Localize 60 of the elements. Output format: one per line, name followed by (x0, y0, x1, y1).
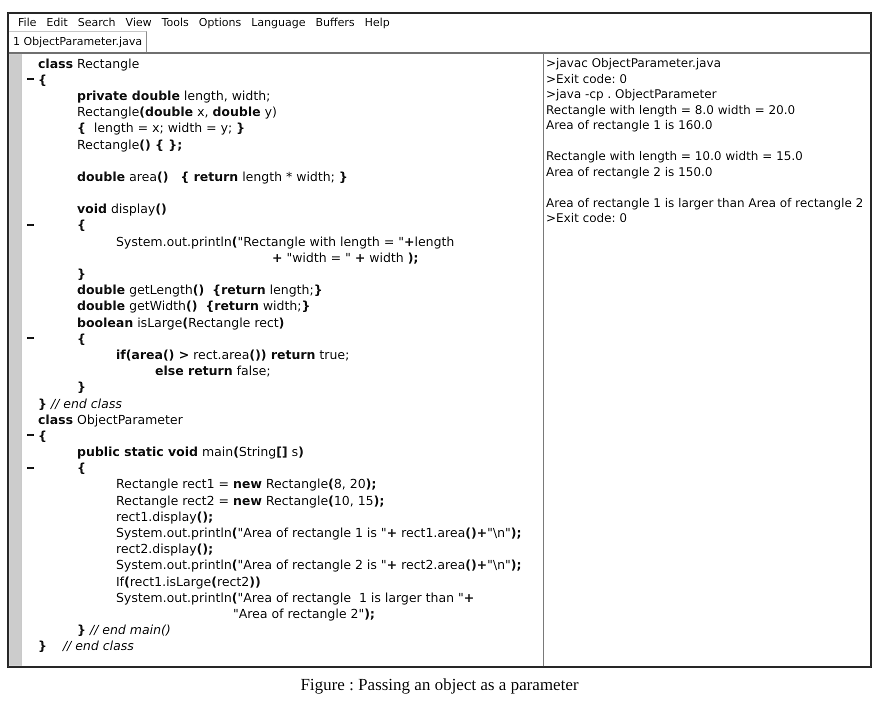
code-line: void display() (76, 201, 167, 216)
code-line: Rectangle rect1 = new Rectangle(8, 20); (115, 476, 376, 492)
code-line: boolean isLarge(Rectangle rect) (76, 314, 284, 330)
menu-item[interactable]: Search (72, 16, 121, 29)
code-line: "Area of rectangle 2"); (232, 606, 375, 621)
code-line: { (76, 460, 86, 476)
output-line: >Exit code: 0 (546, 211, 628, 226)
output-line: Rectangle with length = 8.0 width = 20.0 (546, 102, 796, 118)
code-line: { (38, 72, 47, 87)
code-line: rect1.display(); (115, 508, 214, 524)
output-line: Area of rectangle 1 is 160.0 (546, 118, 714, 134)
code-line: { length = x; width = y; } (76, 120, 246, 136)
code-line: { (76, 330, 86, 346)
menu-item[interactable]: Language (246, 16, 310, 29)
code-line: public static void main(String[] s) (76, 444, 304, 460)
code-line: System.out.println("Rectangle with length = "+length (115, 234, 454, 249)
code-line: Rectangle rect2 = new Rectangle(10, 15); (115, 492, 384, 508)
fold-marker-icon[interactable] (26, 434, 34, 436)
fold-marker-icon[interactable] (26, 466, 34, 469)
output-line: Area of rectangle 2 is 150.0 (546, 164, 714, 180)
code-line: System.out.println("Area of rectangle 1 is larger than "+ (115, 590, 474, 605)
output-line: Area of rectangle 1 is larger than Area of rectangle 2 (546, 196, 864, 211)
code-line: double getLength() {return length;} (76, 282, 323, 298)
code-line: } (76, 379, 86, 394)
menu-item[interactable]: Buffers (310, 16, 360, 29)
fold-marker-icon[interactable] (26, 224, 34, 226)
code-line: class ObjectParameter (38, 412, 183, 427)
menu-item[interactable]: Help (360, 16, 395, 29)
code-line: if(area() > rect.area()) return true; (115, 346, 350, 362)
code-line: } // end class (38, 396, 122, 411)
fold-marker-icon[interactable] (26, 337, 34, 340)
menu-item[interactable]: File (13, 16, 42, 29)
code-line: + "width = " + width ); (271, 250, 418, 265)
menu-item[interactable]: Tools (156, 16, 194, 29)
code-line: { (76, 217, 86, 232)
code-line: } // end main() (76, 622, 171, 638)
output-line: >java -cp . ObjectParameter (546, 87, 718, 102)
figure-caption: Figure : Passing an object as a parameter (299, 674, 580, 695)
file-tab[interactable]: 1 ObjectParameter.java (9, 31, 148, 52)
menu-item[interactable]: View (120, 16, 157, 29)
code-line: { (38, 428, 47, 443)
code-line: } (76, 266, 86, 282)
fold-marker-icon[interactable] (26, 78, 34, 80)
code-line: } // end class (38, 638, 134, 654)
output-line: >Exit code: 0 (546, 72, 628, 87)
code-line: double getWidth() {return width;} (76, 298, 310, 314)
output-line: Rectangle with length = 10.0 width = 15.0 (546, 149, 804, 164)
code-line: Rectangle() { }; (76, 136, 182, 152)
code-line: double area() { return length * width; } (76, 168, 348, 184)
code-line: else return false; (154, 363, 271, 378)
output-line: >javac ObjectParameter.java (546, 56, 722, 72)
code-line: System.out.println("Area of rectangle 2 is "+ rect2.area()+"\n"); (115, 557, 522, 572)
code-line: System.out.println("Area of rectangle 1 is "+ rect1.area()+"\n"); (115, 525, 522, 540)
code-line: private double length, width; (76, 88, 270, 103)
code-line: class Rectangle (38, 56, 140, 71)
menu-item[interactable]: Edit (41, 16, 73, 29)
menu-item[interactable]: Options (194, 16, 246, 29)
code-line: rect2.display(); (115, 541, 214, 556)
code-line: Rectangle(double x, double y) (76, 104, 277, 120)
code-line: If(rect1.isLarge(rect2)) (115, 574, 261, 589)
